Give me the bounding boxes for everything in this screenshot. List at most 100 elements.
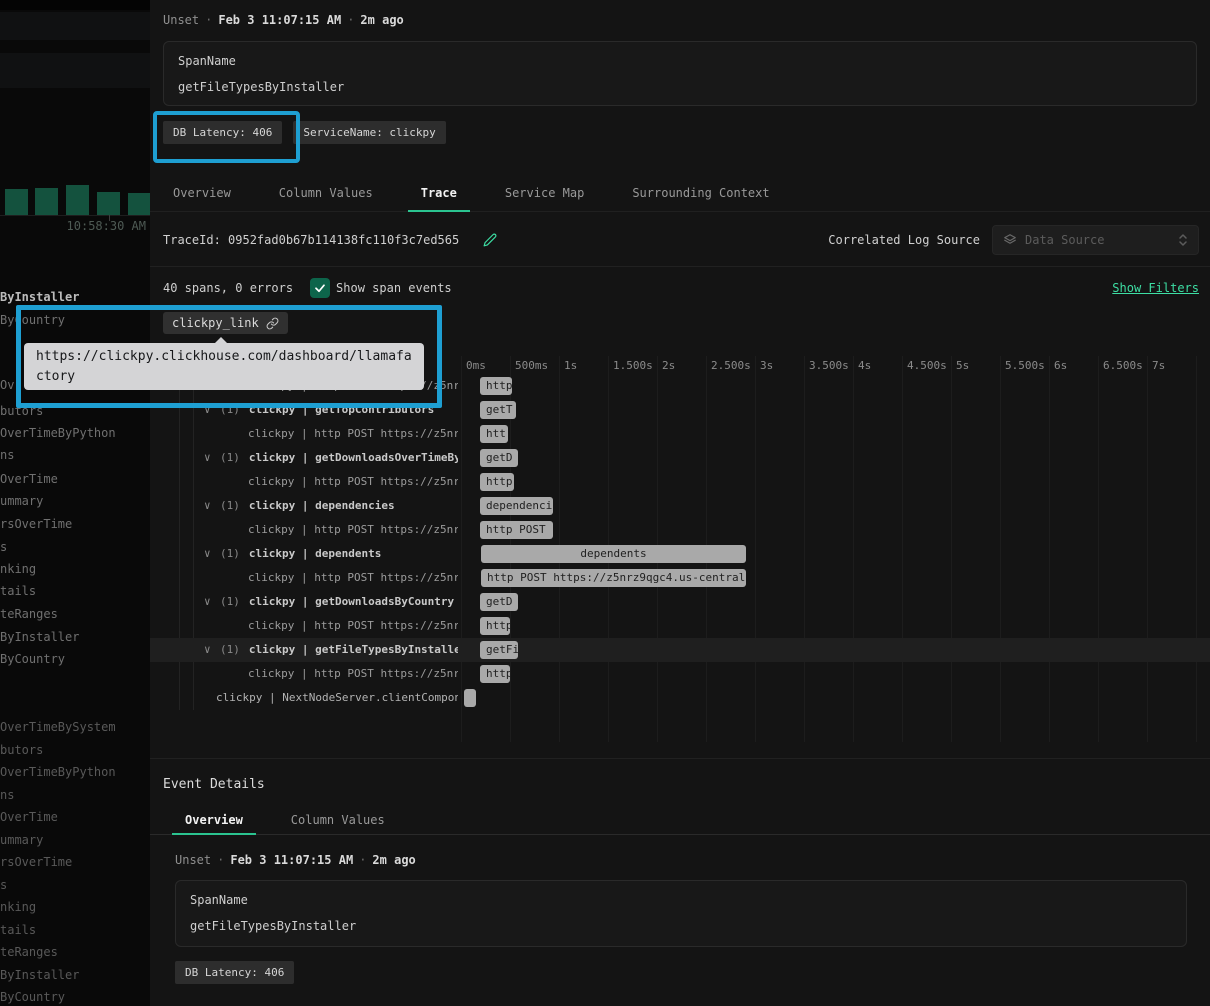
spans-toolbar: 40 spans, 0 errors Show span events Show…	[163, 276, 1199, 300]
separator: ·	[347, 13, 354, 27]
span-duration-bar[interactable]: http	[480, 377, 512, 395]
sidebar-list-item[interactable]: rsOverTime	[0, 515, 147, 533]
status-text: Unset	[163, 13, 199, 27]
span-duration-bar[interactable]: http	[480, 617, 510, 635]
tab-column-values[interactable]: Column Values	[266, 176, 386, 212]
span-duration-bar[interactable]: getD	[480, 593, 518, 611]
tab-surrounding-context[interactable]: Surrounding Context	[619, 176, 782, 212]
data-source-placeholder: Data Source	[1025, 233, 1170, 247]
span-row[interactable]: ∨(1)clickpy | dependentsdependents	[150, 542, 1210, 566]
axis-tick-label: 1.500s	[613, 359, 653, 372]
chevron-down-icon[interactable]: ∨	[204, 398, 220, 422]
sidebar-list-item[interactable]: OverTime	[0, 808, 147, 826]
child-count: (1)	[220, 451, 240, 464]
event-tab-column-values[interactable]: Column Values	[278, 806, 398, 835]
show-filters-link[interactable]: Show Filters	[1112, 281, 1199, 295]
clickpy-link-chip[interactable]: clickpy_link	[163, 312, 288, 334]
chevron-down-icon[interactable]: ∨	[204, 446, 220, 470]
sidebar-list-item[interactable]: s	[0, 876, 147, 894]
axis-tick-label: 2s	[662, 359, 675, 372]
span-duration-bar[interactable]: http POST https://z5nrz9qgc4.us-central	[481, 569, 746, 587]
separator: ·	[359, 853, 366, 867]
show-span-events-checkbox[interactable]	[310, 278, 330, 298]
chevron-down-icon[interactable]: ∨	[204, 638, 220, 662]
sidebar-list-item[interactable]: OverTimeByPython	[0, 763, 147, 781]
span-duration-bar[interactable]	[464, 689, 476, 707]
edit-trace-id-button[interactable]	[483, 233, 497, 247]
span-row[interactable]: clickpy | http POST https://z5nrzhtt	[150, 422, 1210, 446]
histogram-bar	[66, 185, 89, 215]
span-duration-bar[interactable]: http POST	[480, 521, 553, 539]
histogram-bar	[5, 189, 28, 215]
tab-service-map[interactable]: Service Map	[492, 176, 597, 212]
sidebar-list-item[interactable]: ummary	[0, 492, 147, 510]
axis-tick-label: 7s	[1152, 359, 1165, 372]
sidebar-list-item[interactable]: butors	[0, 741, 147, 759]
trace-id-row: TraceId: 0952fad0b67b114138fc110f3c7ed56…	[163, 224, 1199, 256]
span-row[interactable]: ∨(1)clickpy | getDownloadsOverTimeBySget…	[150, 446, 1210, 470]
chevron-down-icon[interactable]: ∨	[204, 590, 220, 614]
sidebar-list-item[interactable]: ByCountry	[0, 650, 147, 668]
sidebar-list-item[interactable]: ns	[0, 446, 147, 464]
span-row[interactable]: ∨(1)clickpy | getFileTypesByInstaller get…	[150, 638, 1210, 662]
show-span-events-label[interactable]: Show span events	[336, 281, 452, 295]
span-row[interactable]: clickpy | http POST https://z5nrzhttp	[150, 614, 1210, 638]
span-name: clickpy | http POST https://z5nrz	[248, 475, 458, 488]
span-duration-bar[interactable]: http	[480, 473, 514, 491]
span-row[interactable]: clickpy | http POST https://z5nrz http	[150, 470, 1210, 494]
span-row[interactable]: clickpy | http POST https://z5nrzhttp PO…	[150, 518, 1210, 542]
tooltip-url-line1: https://clickpy.clickhouse.com/dashboard…	[36, 347, 412, 367]
sidebar-list-item[interactable]: ByInstaller	[0, 966, 147, 984]
sidebar-list-item[interactable]: nking	[0, 560, 147, 578]
sidebar-list-item[interactable]: nking	[0, 898, 147, 916]
sidebar-list-item[interactable]: ByCountry	[0, 311, 147, 329]
tooltip-url-line2: ctory	[36, 367, 412, 387]
span-row[interactable]: clickpy | http POST https://z5nrz http PO…	[150, 566, 1210, 590]
sidebar-list-item[interactable]: teRanges	[0, 605, 147, 623]
span-row[interactable]: ∨(1)clickpy | dependenciesdependenci	[150, 494, 1210, 518]
sidebar-list-item[interactable]: OverTimeByPython	[0, 424, 147, 442]
sidebar-list-item[interactable]: tails	[0, 582, 147, 600]
service-name-badge[interactable]: ServiceName: clickpy	[293, 121, 445, 144]
span-row[interactable]: ∨(1)clickpy | getTopContributors getT	[150, 398, 1210, 422]
event-tab-overview[interactable]: Overview	[172, 806, 256, 835]
tab-trace[interactable]: Trace	[408, 176, 470, 212]
span-row-label: clickpy | http POST https://z5nrz	[150, 470, 458, 494]
span-duration-bar[interactable]: getT	[480, 401, 516, 419]
sidebar-list-item[interactable]: ns	[0, 786, 147, 804]
sidebar-list-item[interactable]: OverTime	[0, 470, 147, 488]
span-row[interactable]: ∨(1)clickpy | getDownloadsByCountrygetD	[150, 590, 1210, 614]
span-name-field: SpanName getFileTypesByInstaller	[175, 880, 1187, 947]
span-row[interactable]: clickpy | http POST https://z5nrzhttp	[150, 662, 1210, 686]
tab-overview[interactable]: Overview	[160, 176, 244, 212]
span-row[interactable]: clickpy | NextNodeServer.clientCompone	[150, 686, 1210, 710]
sidebar-list-item[interactable]: OverTimeBySystem	[0, 718, 147, 736]
db-latency-badge[interactable]: DB Latency: 406	[175, 961, 294, 984]
span-duration-bar[interactable]: htt	[480, 425, 508, 443]
sidebar-list-item[interactable]: ummary	[0, 831, 147, 849]
chevron-down-icon[interactable]: ∨	[204, 494, 220, 518]
sidebar-list-item[interactable]: s	[0, 538, 147, 556]
span-row-label: ∨(1)clickpy | getFileTypesByInstaller	[150, 638, 458, 662]
event-details-tabbar: Overview Column Values	[150, 806, 1210, 835]
axis-tick-label: 6s	[1054, 359, 1067, 372]
span-duration-bar[interactable]: getD	[480, 449, 518, 467]
sidebar-list-item[interactable]: butors	[0, 402, 147, 420]
span-duration-bar[interactable]: dependents	[481, 545, 746, 563]
sidebar-list-item[interactable]: ByCountry	[0, 988, 147, 1006]
db-latency-badge[interactable]: DB Latency: 406	[163, 121, 282, 144]
span-row-label: clickpy | http POST https://z5nrz	[150, 566, 458, 590]
sidebar-list-item[interactable]: ByInstaller	[0, 628, 147, 646]
data-source-select[interactable]: Data Source	[992, 225, 1199, 255]
span-duration-bar[interactable]: getFi	[480, 641, 518, 659]
sidebar-list-item[interactable]: rsOverTime	[0, 853, 147, 871]
chevron-down-icon[interactable]: ∨	[204, 542, 220, 566]
sidebar-list-item[interactable]: ByInstaller	[0, 288, 147, 306]
span-row-label: ∨(1)clickpy | getTopContributors	[150, 398, 458, 422]
status-text: Unset	[175, 853, 211, 867]
sidebar-list-item[interactable]: teRanges	[0, 943, 147, 961]
sidebar-list-item[interactable]: tails	[0, 921, 147, 939]
span-name: clickpy | getFileTypesByInstaller	[249, 643, 458, 656]
span-duration-bar[interactable]: http	[480, 665, 510, 683]
span-duration-bar[interactable]: dependenci	[480, 497, 553, 515]
